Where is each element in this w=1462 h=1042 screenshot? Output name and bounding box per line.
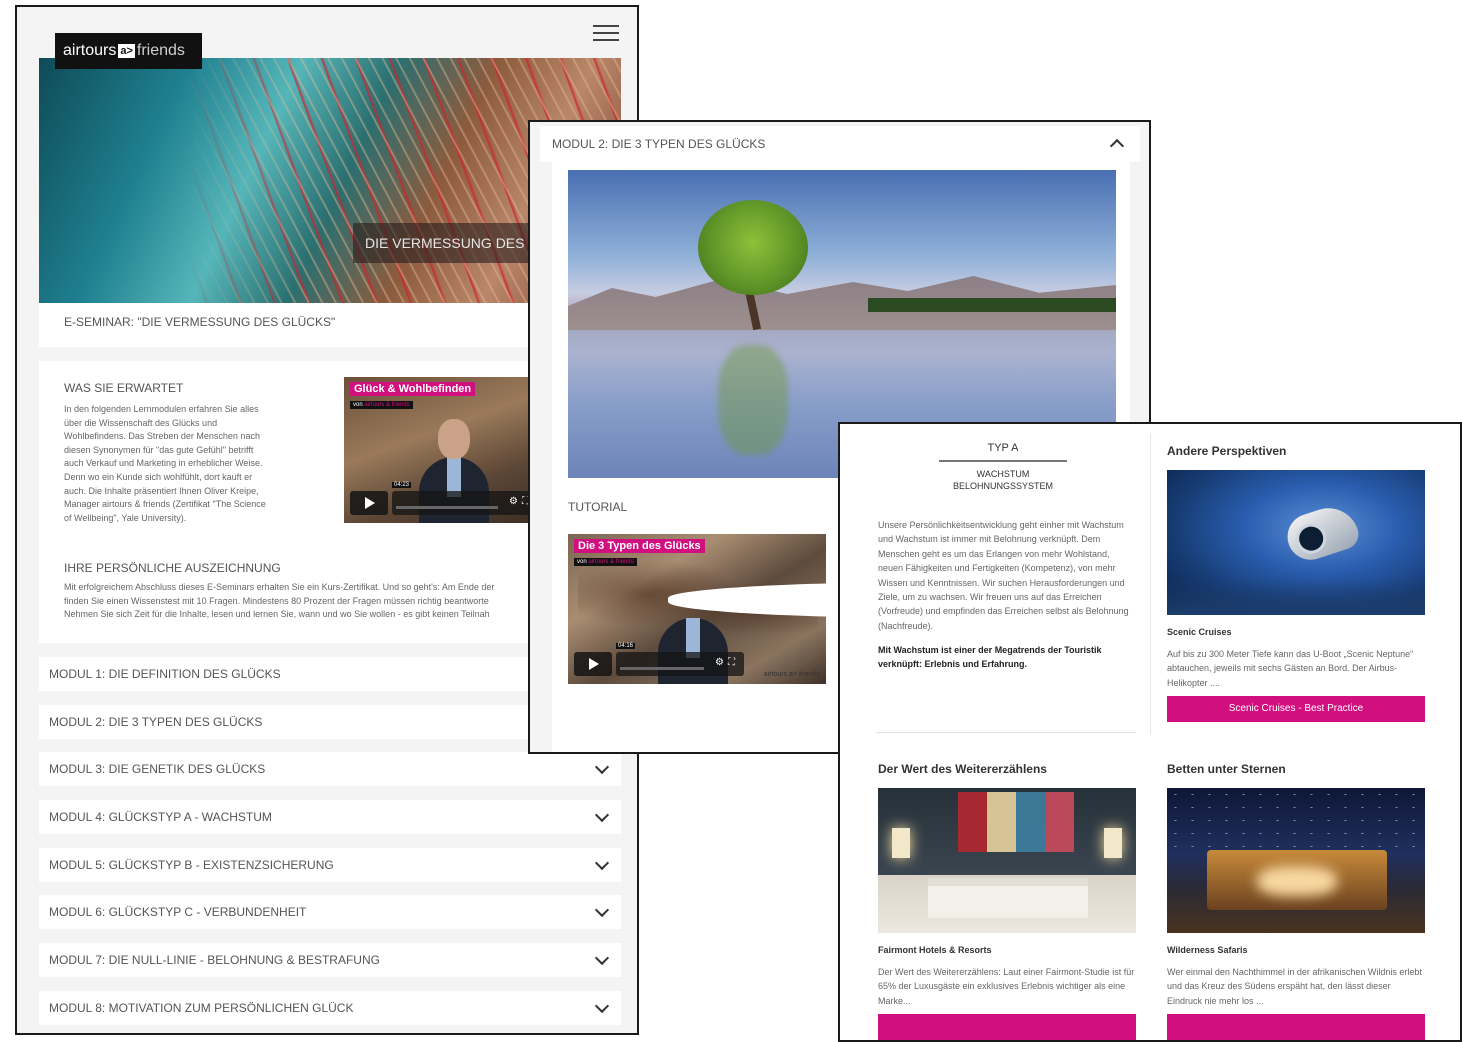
chevron-down-icon[interactable] xyxy=(595,752,609,786)
card-title: Der Wert des Weitererzählens xyxy=(878,762,1047,776)
card-fairmont: Der Wert des Weitererzählens Fairmont Ho… xyxy=(878,762,1138,1040)
video-by: von xyxy=(577,559,587,565)
card-title: Andere Perspektiven xyxy=(1167,444,1287,458)
module-item-7[interactable]: MODUL 7: DIE NULL-LINIE - BELOHNUNG & BE… xyxy=(39,943,621,978)
video-by: von xyxy=(353,402,363,408)
video-byline: von airtours & friends xyxy=(350,401,413,409)
expect-line: Wohlbefindens. Das Streben der Menschen … xyxy=(64,431,260,442)
module-label: MODUL 8: MOTIVATION ZUM PERSÖNLICHEN GLÜ… xyxy=(49,1000,354,1015)
column-divider xyxy=(1150,434,1151,734)
tutorial-label: TUTORIAL xyxy=(568,500,628,514)
hamburger-menu-icon[interactable] xyxy=(593,25,619,43)
video-byline: von airtours & friends xyxy=(574,558,637,566)
video-control-bar[interactable]: 04:23 ⚙⛶ xyxy=(392,482,538,515)
module-item-3[interactable]: MODUL 3: DIE GENETIK DES GLÜCKS xyxy=(39,752,621,787)
expect-text: In den folgenden Lernmodulen erfahren Si… xyxy=(64,403,292,525)
expect-line: diesen Synonymen für "das gute Gefühl" b… xyxy=(64,444,254,455)
typ-heading: TYP A xyxy=(939,442,1067,462)
video-brand: airtours & friends xyxy=(588,559,634,565)
play-button-icon[interactable] xyxy=(350,491,388,515)
card-label: Scenic Cruises xyxy=(1167,627,1232,637)
chevron-down-icon[interactable] xyxy=(595,991,609,1025)
card-description: Der Wert des Weitererzählens: Laut einer… xyxy=(878,967,1135,1006)
module-label: MODUL 7: DIE NULL-LINIE - BELOHNUNG & BE… xyxy=(49,953,380,968)
chevron-up-icon[interactable] xyxy=(1110,126,1124,162)
award-heading: IHRE PERSÖNLICHE AUSZEICHNUNG xyxy=(64,561,281,575)
chevron-down-icon[interactable] xyxy=(595,895,609,929)
safari-night-image xyxy=(1167,788,1425,933)
module-label: MODUL 2: DIE 3 TYPEN DES GLÜCKS xyxy=(49,714,263,729)
settings-fullscreen-icons[interactable]: ⚙⛶ xyxy=(715,657,739,668)
video-title: Glück & Wohlbefinden xyxy=(350,382,476,396)
chevron-down-icon[interactable] xyxy=(595,848,609,882)
typ-sub-2: BELOHNUNGSSYSTEM xyxy=(952,481,1054,491)
card-label: Wilderness Safaris xyxy=(1167,945,1248,955)
video-title: Die 3 Typen des Glücks xyxy=(574,539,705,553)
typ-subheading: WACHSTUM BELOHNUNGSSYSTEM xyxy=(878,468,1128,492)
module-label: MODUL 6: GLÜCKSTYP C - VERBUNDENHEIT xyxy=(49,905,307,920)
video-brand: airtours & friends xyxy=(364,402,410,408)
play-button-icon[interactable] xyxy=(574,652,612,676)
row-divider xyxy=(876,732,1136,733)
expect-line: In den folgenden Lernmodulen erfahren Si… xyxy=(64,404,259,414)
typ-sub-1: WACHSTUM xyxy=(976,469,1030,479)
expect-line: auch. Die Inhalte präsentiert Ihnen Oliv… xyxy=(64,485,259,496)
card-description: Wer einmal den Nachthimmel in der afrika… xyxy=(1167,967,1422,1006)
card-button[interactable] xyxy=(878,1014,1136,1040)
expect-line: Manager airtours & friends (Zertifikat "… xyxy=(64,499,266,510)
best-practice-button[interactable]: Scenic Cruises - Best Practice xyxy=(1167,696,1425,723)
module-label: MODUL 3: DIE GENETIK DES GLÜCKS xyxy=(49,762,266,777)
card-scenic-cruises: Andere Perspektiven Scenic Cruises Auf b… xyxy=(1167,444,1427,723)
video-player-wellbeing[interactable]: Glück & Wohlbefinden von airtours & frie… xyxy=(344,377,544,523)
module-label: MODUL 5: GLÜCKSTYP B - EXISTENZSICHERUNG xyxy=(49,857,334,872)
expect-line: of Wellbeing", Yale University). xyxy=(64,512,187,523)
module-label: MODUL 4: GLÜCKSTYP A - WACHSTUM xyxy=(49,810,272,825)
expect-heading: WAS SIE ERWARTET xyxy=(64,381,184,395)
module-2-header[interactable]: MODUL 2: DIE 3 TYPEN DES GLÜCKS xyxy=(540,126,1140,162)
chevron-down-icon[interactable] xyxy=(595,800,609,834)
expect-line: auch Verkauf und Marketing in erhebliche… xyxy=(64,458,263,469)
expect-line: Denn wo ein Kunde sich wohlfühlt, dort k… xyxy=(64,471,253,482)
hotel-room-image xyxy=(878,788,1136,933)
card-wilderness-safaris: Betten unter Sternen Wilderness Safaris … xyxy=(1167,762,1427,1040)
card-description: Auf bis zu 300 Meter Tiefe kann das U-Bo… xyxy=(1167,649,1414,688)
video-progress-track[interactable] xyxy=(620,667,704,670)
module-item-5[interactable]: MODUL 5: GLÜCKSTYP B - EXISTENZSICHERUNG xyxy=(39,847,621,882)
video-player-3-types[interactable]: Die 3 Typen des Glücks von airtours & fr… xyxy=(568,534,826,684)
expect-line: über die Wissenschaft des Glücks und xyxy=(64,417,218,428)
video-watermark: airtours a> friends xyxy=(763,671,820,678)
video-control-bar[interactable]: 04:16 ⚙⛶ xyxy=(616,643,744,676)
video-progress-track[interactable] xyxy=(396,506,498,509)
module-item-4[interactable]: MODUL 4: GLÜCKSTYP A - WACHSTUM xyxy=(39,800,621,835)
card-title: Betten unter Sternen xyxy=(1167,762,1286,776)
airtours-logo[interactable]: airtours a> friends xyxy=(55,33,202,69)
submarine-image xyxy=(1167,470,1425,615)
card-button[interactable] xyxy=(1167,1014,1425,1040)
module-2-title: MODUL 2: DIE 3 TYPEN DES GLÜCKS xyxy=(552,137,766,151)
logo-text-left: airtours xyxy=(63,42,117,59)
video-time: 04:16 xyxy=(616,643,636,649)
typ-bold-text: Mit Wachstum ist einer der Megatrends de… xyxy=(878,645,1102,670)
card-label: Fairmont Hotels & Resorts xyxy=(878,945,992,955)
typ-text: Unsere Persönlichkeitsentwicklung geht e… xyxy=(878,520,1129,631)
logo-text-right: friends xyxy=(136,42,185,59)
chevron-down-icon[interactable] xyxy=(595,943,609,977)
module-item-8[interactable]: MODUL 8: MOTIVATION ZUM PERSÖNLICHEN GLÜ… xyxy=(39,990,621,1025)
module-label: MODUL 1: DIE DEFINITION DES GLÜCKS xyxy=(49,667,281,681)
logo-mark: a> xyxy=(118,44,135,58)
video-time: 04:23 xyxy=(392,482,412,488)
typ-a-section: TYP A WACHSTUM BELOHNUNGSSYSTEM Unsere P… xyxy=(878,442,1129,671)
typ-a-panel: TYP A WACHSTUM BELOHNUNGSSYSTEM Unsere P… xyxy=(838,422,1462,1042)
module-item-6[interactable]: MODUL 6: GLÜCKSTYP C - VERBUNDENHEIT xyxy=(39,895,621,930)
